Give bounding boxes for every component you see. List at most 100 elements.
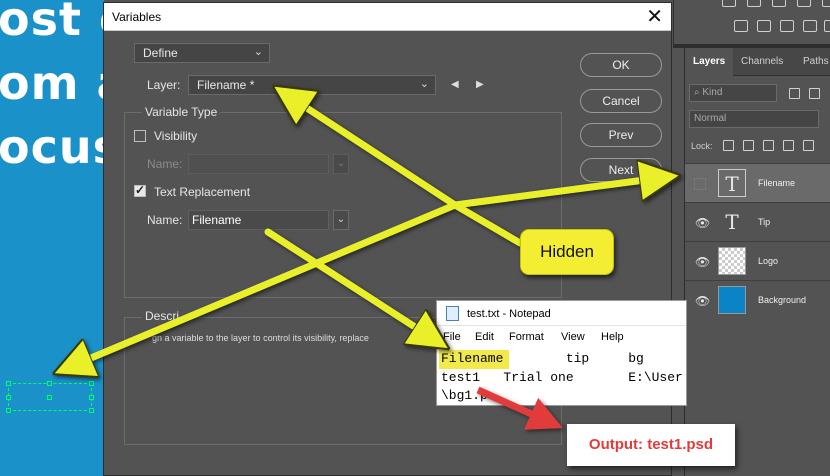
layer-select[interactable]: Filename * ⌄ [188, 75, 436, 95]
adjustment-filter-icon[interactable] [809, 88, 820, 99]
color-lookup-icon[interactable] [780, 20, 794, 32]
visibility-name-field[interactable] [188, 154, 329, 174]
next-layer-arrow[interactable]: ▶ [476, 79, 484, 90]
transform-handle[interactable] [89, 395, 94, 400]
layer-thumbnail [718, 247, 746, 275]
curves-icon[interactable] [772, 0, 786, 7]
lock-transparent-icon[interactable] [723, 140, 734, 151]
menu-edit[interactable]: Edit [475, 331, 494, 343]
text-layer-thumbnail-icon: T [718, 169, 746, 197]
menu-view[interactable]: View [561, 331, 585, 343]
canvas-text-line-2: om a [0, 56, 104, 110]
notepad-icon [446, 306, 459, 321]
adjustments-panel [673, 0, 830, 44]
photo-filter-icon[interactable] [734, 20, 748, 32]
layer-label: Layer: [147, 78, 181, 92]
text-name-field[interactable]: Filename [188, 210, 329, 230]
hidden-callout: Hidden [520, 229, 614, 275]
chevron-down-icon: ⌄ [336, 214, 346, 225]
lock-all-icon[interactable] [803, 140, 814, 151]
eye-icon[interactable]: 👁 [695, 255, 710, 269]
output-callout: Output: test1.psd [567, 424, 735, 466]
panel-tabs: Layers Channels Paths [685, 48, 830, 76]
visibility-label: Visibility [154, 129, 198, 143]
close-icon[interactable]: ✕ [646, 4, 663, 29]
transform-handle[interactable] [89, 381, 94, 386]
canvas-text-line-3: ocus [0, 120, 104, 174]
notepad-titlebar: test.txt - Notepad [437, 301, 686, 326]
notepad-title: test.txt - Notepad [467, 308, 551, 320]
tab-paths[interactable]: Paths [795, 48, 830, 76]
lock-artboard-icon[interactable] [783, 140, 794, 151]
layer-row-filename[interactable]: T Filename [685, 163, 830, 202]
prev-button[interactable]: Prev [580, 123, 662, 147]
chevron-down-icon: ⌄ [419, 78, 429, 90]
blend-mode-select[interactable]: Normal [689, 110, 819, 128]
description-title: Descri [142, 309, 183, 323]
text-replacement-label: Text Replacement [154, 185, 251, 199]
visibility-name-label: Name: [147, 157, 183, 171]
visibility-toggle-off[interactable] [694, 178, 706, 190]
ok-button[interactable]: OK [580, 53, 662, 77]
dialog-title: Variables [112, 10, 162, 24]
notepad-window: test.txt - Notepad File Edit Format View… [436, 300, 687, 406]
chevron-down-icon: ⌄ [253, 46, 263, 58]
tab-layers[interactable]: Layers [685, 48, 734, 76]
vibrance-icon[interactable] [822, 0, 830, 7]
notepad-line-2[interactable]: test1 Trial one E:\User [441, 370, 683, 385]
posterize-icon[interactable] [824, 20, 830, 32]
visibility-name-dropdown[interactable]: ⌄ [333, 154, 349, 174]
notepad-line-3[interactable]: \bg1.p [441, 388, 488, 403]
layer-kind-filter[interactable]: ⌕ Kind [689, 84, 777, 102]
layers-panel: Layers Channels Paths ⌕ Kind Normal Lock… [684, 48, 830, 476]
dialog-titlebar: Variables ✕ [104, 3, 671, 31]
chevron-down-icon: ⌄ [336, 158, 346, 169]
brightness-icon[interactable] [722, 0, 736, 7]
text-name-label: Name: [147, 213, 183, 227]
layer-select-value: Filename * [197, 78, 255, 92]
visibility-checkbox[interactable] [134, 130, 146, 142]
levels-icon[interactable] [747, 0, 761, 7]
notepad-line-1[interactable]: Filename tip bg [441, 351, 644, 366]
tab-channels[interactable]: Channels [733, 48, 791, 76]
invert-icon[interactable] [803, 20, 817, 32]
layer-name: Logo [758, 256, 779, 266]
layer-row-background[interactable]: 👁 Background [685, 280, 830, 319]
lock-image-icon[interactable] [743, 140, 754, 151]
document-canvas[interactable]: ost c om a ocus [0, 0, 104, 476]
transform-handle[interactable] [6, 395, 11, 400]
exposure-icon[interactable] [797, 0, 811, 7]
lock-position-icon[interactable] [763, 140, 774, 151]
menu-format[interactable]: Format [509, 331, 544, 343]
text-name-dropdown[interactable]: ⌄ [333, 210, 349, 230]
channel-mixer-icon[interactable] [757, 20, 771, 32]
filename-layer-bounding-box[interactable] [6, 381, 94, 413]
next-button[interactable]: Next [580, 158, 662, 182]
lock-label: Lock: [691, 141, 713, 151]
layer-thumbnail [718, 286, 746, 314]
text-layer-thumbnail-icon: T [725, 210, 739, 234]
eye-icon[interactable]: 👁 [695, 216, 710, 230]
layer-row-tip[interactable]: 👁 T Tip [685, 202, 830, 241]
eye-icon[interactable]: 👁 [695, 294, 710, 308]
transform-handle[interactable] [47, 381, 52, 386]
transform-handle[interactable] [6, 408, 11, 413]
transform-handle[interactable] [47, 395, 52, 400]
layer-name: Background [758, 295, 807, 305]
menu-help[interactable]: Help [601, 331, 624, 343]
variable-type-title: Variable Type [142, 105, 221, 119]
previous-layer-arrow[interactable]: ◀ [451, 79, 459, 90]
kind-filter-label: Kind [702, 87, 723, 98]
cancel-button[interactable]: Cancel [580, 89, 662, 113]
layer-name: Tip [758, 217, 771, 227]
transform-handle[interactable] [6, 381, 11, 386]
layer-row-logo[interactable]: 👁 Logo [685, 241, 830, 280]
define-dropdown[interactable]: Define ⌄ [134, 43, 270, 63]
transform-handle[interactable] [89, 408, 94, 413]
menu-file[interactable]: File [443, 331, 461, 343]
layer-name: Filename [758, 178, 796, 188]
description-text: gn a variable to the layer to control it… [152, 333, 369, 343]
define-dropdown-label: Define [143, 46, 178, 60]
pixel-filter-icon[interactable] [789, 88, 800, 99]
text-replacement-checkbox[interactable] [134, 183, 146, 197]
